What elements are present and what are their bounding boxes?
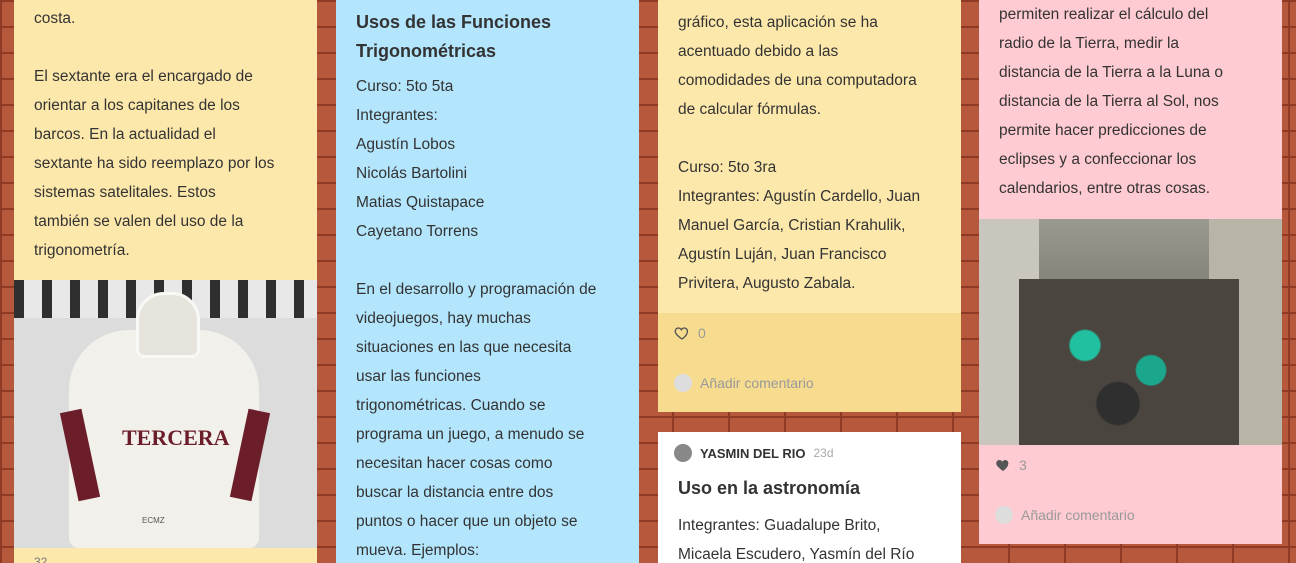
post-image-group-photo[interactable]	[979, 219, 1282, 445]
post-footer: 3 Añadir comentario	[979, 445, 1282, 544]
comment-placeholder: Añadir comentario	[1021, 507, 1135, 523]
title-line: Usos de las Funciones	[356, 12, 552, 32]
text-line: programa un juego, a menudo se	[356, 426, 585, 443]
post-title: Usos de las Funciones Trigonométricas	[356, 8, 619, 66]
text-line: puntos o hacer que un objeto se	[356, 513, 578, 530]
text-line: Cayetano Torrens	[356, 223, 479, 240]
text-line: sextante ha sido reemplazo por los	[34, 155, 275, 172]
text-line: situaciones en las que necesita	[356, 339, 572, 356]
text-line: comodidades de una computadora	[678, 72, 917, 89]
text-line: Integrantes: Agustín Cardello, Juan	[678, 188, 921, 205]
text-line: Manuel García, Cristian Krahulik,	[678, 217, 906, 234]
post-card-aplicacion-grafico: gráfico, esta aplicación se ha acentuado…	[658, 0, 961, 412]
post-author[interactable]: YASMIN DEL RIO 23d	[674, 444, 945, 462]
user-avatar-icon	[995, 506, 1013, 524]
like-count: 0	[698, 325, 706, 341]
text-line: permiten realizar el cálculo del	[999, 6, 1209, 23]
comment-placeholder: Añadir comentario	[700, 375, 814, 391]
post-image-hoodie[interactable]: TERCERA ECMZ	[14, 280, 317, 548]
hoodie-small-text: ECMZ	[142, 516, 165, 525]
post-text: Curso: 5to 5ta Integrantes: Agustín Lobo…	[356, 72, 619, 563]
text-line: acentuado debido a las	[678, 43, 839, 60]
hoodie-print-text: TERCERA	[122, 425, 230, 450]
text-line: gráfico, esta aplicación se ha	[678, 14, 878, 31]
text-line: En el desarrollo y programación de	[356, 281, 597, 298]
text-line: orientar a los capitanes de los	[34, 97, 240, 114]
post-footer: 0 Añadir comentario	[658, 313, 961, 412]
text-line: Agustín Lobos	[356, 136, 456, 153]
text-line: Curso: 5to 3ra	[678, 159, 777, 176]
add-comment-field[interactable]: Añadir comentario	[674, 374, 814, 392]
text-line: trigonometría.	[34, 242, 130, 259]
text-line: distancia de la Tierra al Sol, nos	[999, 93, 1219, 110]
text-line: distancia de la Tierra a la Luna o	[999, 64, 1224, 81]
post-card-astronomia: YASMIN DEL RIO 23d Uso en la astronomía …	[658, 432, 961, 563]
text-line: de calcular fórmulas.	[678, 101, 822, 118]
text-line: necesitan hacer cosas como	[356, 455, 553, 472]
add-comment-field[interactable]: Añadir comentario	[995, 506, 1135, 524]
user-avatar-icon	[674, 374, 692, 392]
text-line: Curso: 5to 5ta	[356, 78, 454, 95]
post-body: costa. El sextante era el encargado de o…	[14, 0, 317, 265]
post-card-funciones-trigonometricas: Usos de las Funciones Trigonométricas Cu…	[336, 0, 639, 563]
text-line: Integrantes:	[356, 107, 438, 124]
post-text: costa. El sextante era el encargado de o…	[34, 4, 297, 265]
text-line: Agustín Luján, Juan Francisco	[678, 246, 887, 263]
text-line: Matias Quistapace	[356, 194, 485, 211]
text-line: Micaela Escudero, Yasmín del Río	[678, 546, 915, 563]
text-line: barcos. En la actualidad el	[34, 126, 216, 143]
post-card-calculo-tierra: permiten realizar el cálculo del radio d…	[979, 0, 1282, 544]
like-button[interactable]: 3	[995, 457, 1027, 473]
text-line: usar las funciones	[356, 368, 481, 385]
text-line: radio de la Tierra, medir la	[999, 35, 1180, 52]
text-line: sistemas satelitales. Estos	[34, 184, 216, 201]
text-line: también se valen del uso de la	[34, 213, 244, 230]
like-button[interactable]: 0	[674, 325, 706, 341]
post-card-sextante: costa. El sextante era el encargado de o…	[14, 0, 317, 563]
text-line: trigonométricas. Cuando se	[356, 397, 546, 414]
heart-icon	[996, 460, 1009, 471]
text-line: mueva. Ejemplos:	[356, 542, 480, 559]
text-line: El sextante era el encargado de	[34, 68, 253, 85]
likes-count-partial: 32	[34, 555, 48, 563]
author-name: YASMIN DEL RIO	[700, 445, 806, 461]
text-line: Nicolás Bartolini	[356, 165, 468, 182]
like-count: 3	[1019, 457, 1027, 473]
post-text: gráfico, esta aplicación se ha acentuado…	[678, 8, 941, 298]
text-line: buscar la distancia entre dos	[356, 484, 554, 501]
text-line: costa.	[34, 10, 76, 27]
text-line: calendarios, entre otras cosas.	[999, 180, 1211, 197]
text-line: videojuegos, hay muchas	[356, 310, 531, 327]
text-line: Privitera, Augusto Zabala.	[678, 275, 856, 292]
text-line: permite hacer predicciones de	[999, 122, 1207, 139]
text-line: Integrantes: Guadalupe Brito,	[678, 517, 881, 534]
post-title: Uso en la astronomía	[678, 478, 861, 498]
text-line: eclipses y a confeccionar los	[999, 151, 1197, 168]
post-text: Integrantes: Guadalupe Brito, Micaela Es…	[674, 511, 945, 563]
post-age: 23d	[813, 446, 834, 460]
author-avatar	[674, 444, 692, 462]
post-text: permiten realizar el cálculo del radio d…	[999, 0, 1262, 203]
heart-icon	[674, 327, 689, 340]
title-line: Trigonométricas	[356, 41, 497, 61]
